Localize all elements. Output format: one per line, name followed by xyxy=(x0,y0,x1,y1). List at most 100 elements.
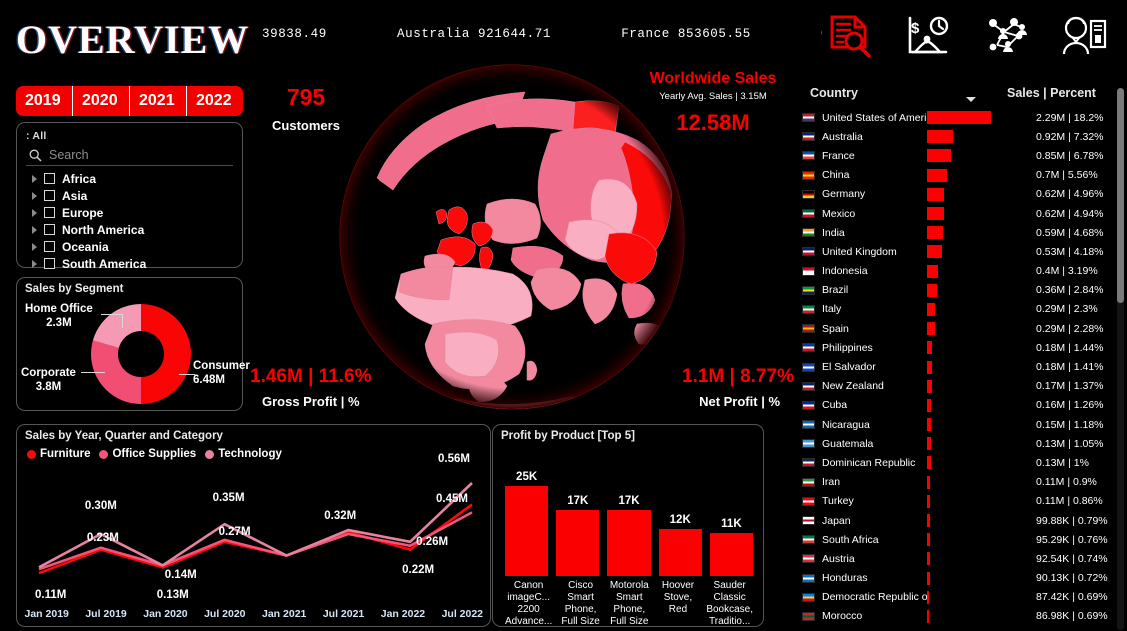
region-item-asia[interactable]: Asia xyxy=(26,187,233,204)
bar-column[interactable]: 17K xyxy=(607,471,651,576)
sales-by-year-quarter-category-card: Sales by Year, Quarter and Category Furn… xyxy=(16,424,491,627)
region-item-north-america[interactable]: North America xyxy=(26,221,233,238)
country-flag-icon xyxy=(802,381,815,391)
line-data-label: 0.35M xyxy=(212,492,245,505)
expand-caret-icon[interactable] xyxy=(32,208,37,217)
bar-column[interactable]: 11K xyxy=(709,471,754,576)
table-row[interactable]: Indonesia 0.4M | 3.19% xyxy=(800,262,1127,281)
region-label: Asia xyxy=(62,188,88,203)
country-name: Democratic Republic of the Congo xyxy=(822,591,927,604)
table-row[interactable]: United Kingdom 0.53M | 4.18% xyxy=(800,242,1127,261)
bar-column[interactable]: 25K xyxy=(505,471,549,576)
country-name: South Africa xyxy=(822,533,879,546)
table-row[interactable]: Austria 92.54K | 0.74% xyxy=(800,549,1127,568)
sales-performance-icon[interactable]: $ xyxy=(901,12,955,60)
sales-percent-value: 0.36M | 2.84% xyxy=(1036,284,1104,297)
customer-network-icon[interactable] xyxy=(979,12,1033,60)
column-header-country[interactable]: Country xyxy=(810,86,1007,100)
table-row[interactable]: Japan 99.88K | 0.79% xyxy=(800,511,1127,530)
search-input[interactable]: Search xyxy=(26,145,233,166)
sales-percent-value: 0.7M | 5.56% xyxy=(1036,169,1098,182)
region-item-europe[interactable]: Europe xyxy=(26,204,233,221)
country-flag-icon xyxy=(802,266,815,276)
gross-profit-value: 1.46M | 11.6% xyxy=(250,366,372,387)
region-checkbox[interactable] xyxy=(44,224,55,235)
table-row[interactable]: Australia 0.92M | 7.32% xyxy=(800,127,1127,146)
gross-profit-caption: Gross Profit | % xyxy=(262,394,360,409)
table-row[interactable]: United States of America 2.29M | 18.2% xyxy=(800,108,1127,127)
segment-donut[interactable] xyxy=(91,304,191,404)
table-row[interactable]: Mexico 0.62M | 4.94% xyxy=(800,204,1127,223)
sales-percent-value: 0.53M | 4.18% xyxy=(1036,245,1104,258)
year-slicer[interactable]: 2019 2020 2021 2022 xyxy=(16,86,243,116)
region-label: North America xyxy=(62,222,145,237)
expand-caret-icon[interactable] xyxy=(32,225,37,234)
table-row[interactable]: Turkey 0.11M | 0.86% xyxy=(800,492,1127,511)
bar-column[interactable]: 17K xyxy=(556,471,600,576)
region-item-south-america[interactable]: South America xyxy=(26,255,233,272)
year-button-2021[interactable]: 2021 xyxy=(130,86,187,116)
region-checkbox[interactable] xyxy=(44,190,55,201)
country-name: Australia xyxy=(822,130,863,143)
table-row[interactable]: India 0.59M | 4.68% xyxy=(800,223,1127,242)
table-row[interactable]: China 0.7M | 5.56% xyxy=(800,166,1127,185)
bar-rect xyxy=(505,486,549,576)
sort-descending-icon[interactable] xyxy=(966,97,976,102)
bar-chart-plot[interactable]: 25K 17K 17K 12K 11K xyxy=(505,471,754,576)
region-checkbox[interactable] xyxy=(44,258,55,269)
year-button-2022[interactable]: 2022 xyxy=(187,86,243,116)
expand-caret-icon[interactable] xyxy=(32,259,37,268)
table-row[interactable]: Nicaragua 0.15M | 1.18% xyxy=(800,415,1127,434)
region-checkbox[interactable] xyxy=(44,173,55,184)
country-flag-icon xyxy=(802,343,815,353)
country-sales-table: Country Sales | Percent United States of… xyxy=(800,86,1127,631)
table-row[interactable]: South Africa 95.29K | 0.76% xyxy=(800,530,1127,549)
region-checkbox[interactable] xyxy=(44,207,55,218)
sales-bar xyxy=(927,475,931,489)
line-data-label: 0.27M xyxy=(218,525,251,538)
sales-bar-cell xyxy=(927,398,1032,412)
table-row[interactable]: Dominican Republic 0.13M | 1% xyxy=(800,453,1127,472)
table-row[interactable]: Cuba 0.16M | 1.26% xyxy=(800,396,1127,415)
expand-caret-icon[interactable] xyxy=(32,242,37,251)
line-chart-plot[interactable] xyxy=(17,425,492,628)
country-name: Spain xyxy=(822,322,849,335)
table-row[interactable]: Italy 0.29M | 2.3% xyxy=(800,300,1127,319)
sales-percent-value: 0.13M | 1.05% xyxy=(1036,437,1104,450)
table-row[interactable]: El Salvador 0.18M | 1.41% xyxy=(800,357,1127,376)
expand-caret-icon[interactable] xyxy=(32,191,37,200)
gross-profit-kpi: 1.46M | 11.6% Gross Profit | % xyxy=(250,366,430,409)
sales-bar-cell xyxy=(927,130,1032,144)
year-button-2019[interactable]: 2019 xyxy=(16,86,73,116)
table-scrollbar-thumb[interactable] xyxy=(1117,88,1124,303)
table-row[interactable]: Democratic Republic of the Congo 87.42K |… xyxy=(800,588,1127,607)
table-row[interactable]: Brazil 0.36M | 2.84% xyxy=(800,281,1127,300)
country-name: Austria xyxy=(822,552,855,565)
net-profit-kpi: 1.1M | 8.77% Net Profit | % xyxy=(618,366,794,409)
table-row[interactable]: Guatemala 0.13M | 1.05% xyxy=(800,434,1127,453)
table-row[interactable]: Spain 0.29M | 2.28% xyxy=(800,319,1127,338)
report-search-icon[interactable] xyxy=(823,12,877,60)
segment-label-home-office: Home Office 2.3M xyxy=(25,303,93,329)
country-name: Dominican Republic xyxy=(822,456,916,469)
customer-profile-icon[interactable] xyxy=(1057,12,1111,60)
sales-bar-cell xyxy=(927,341,1032,355)
sales-percent-value: 0.62M | 4.96% xyxy=(1036,188,1104,201)
table-row[interactable]: Germany 0.62M | 4.96% xyxy=(800,185,1127,204)
country-flag-icon xyxy=(802,324,815,334)
region-item-oceania[interactable]: Oceania xyxy=(26,238,233,255)
table-row[interactable]: France 0.85M | 6.78% xyxy=(800,146,1127,165)
year-button-2020[interactable]: 2020 xyxy=(73,86,130,116)
country-flag-icon xyxy=(802,113,815,123)
region-checkbox[interactable] xyxy=(44,241,55,252)
region-item-africa[interactable]: Africa xyxy=(26,170,233,187)
table-row[interactable]: Iran 0.11M | 0.9% xyxy=(800,473,1127,492)
bar-column[interactable]: 12K xyxy=(658,471,702,576)
expand-caret-icon[interactable] xyxy=(32,174,37,183)
table-row[interactable]: Honduras 90.13K | 0.72% xyxy=(800,569,1127,588)
table-row[interactable]: Morocco 86.98K | 0.69% xyxy=(800,607,1127,626)
bar-category-label: Canon imageC... 2200 Advance... xyxy=(505,580,553,627)
table-row[interactable]: New Zealand 0.17M | 1.37% xyxy=(800,377,1127,396)
column-header-sales[interactable]: Sales | Percent xyxy=(1007,86,1117,100)
table-row[interactable]: Philippines 0.18M | 1.44% xyxy=(800,338,1127,357)
